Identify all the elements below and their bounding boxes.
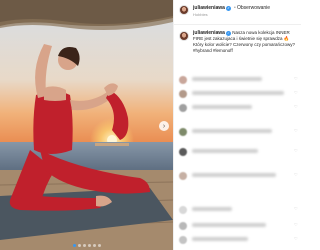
avatar[interactable] [179,128,187,136]
avatar[interactable] [179,90,187,98]
blurred-comment-text [192,77,262,81]
heart-icon[interactable]: ♡ [294,207,298,211]
chevron-right-icon[interactable]: › [159,121,169,131]
blurred-comment-text [192,105,252,109]
blurred-comment-text [192,91,284,95]
carousel-dot [92,244,96,247]
heart-icon[interactable]: ♡ [294,105,298,109]
list-item: ♡ [174,204,301,218]
heart-icon[interactable]: ♡ [294,173,298,177]
carousel-dot [77,244,81,247]
blurred-comment-text [192,223,266,227]
username-link[interactable]: juliawieniawa ✓ [193,5,231,11]
profile-subtitle: Hobbies [193,12,208,17]
list-item: ♡ [174,126,301,140]
carousel-dot [87,244,91,247]
avatar[interactable] [179,76,187,84]
instagram-post: › juliawieniawa ✓ • Obserwowanie Hobbies … [0,0,301,250]
avatar[interactable] [179,222,187,230]
blurred-comment-text [192,149,258,153]
avatar[interactable] [179,172,187,180]
heart-icon[interactable]: ♡ [294,237,298,241]
list-item: ♡ [174,102,301,116]
avatar[interactable] [179,104,187,112]
carousel-dot [82,244,86,247]
avatar[interactable] [179,5,189,15]
heart-icon[interactable]: ♡ [294,91,298,95]
list-item: ♡ [174,170,301,184]
heart-icon[interactable]: ♡ [294,77,298,81]
yoga-photo-scene [0,0,173,250]
heart-icon[interactable]: ♡ [294,129,298,133]
list-item: ♡ [174,146,301,160]
blurred-comment-text [192,207,232,211]
avatar[interactable] [179,236,187,244]
avatar[interactable] [179,206,187,214]
list-item: ♡ [174,88,301,102]
carousel-dot [97,244,101,247]
header-separator: • [234,5,236,11]
blurred-comment-text [192,129,272,133]
avatar[interactable] [179,148,187,156]
carousel-dots [0,244,173,247]
post-sidebar: juliawieniawa ✓ • Obserwowanie Hobbies ju… [173,0,301,250]
verified-check-icon: ✓ [225,6,231,11]
caption-avatar[interactable] [179,31,189,41]
following-button[interactable]: Obserwowanie [237,5,270,11]
post-caption: juliawieniawa ✓ Nasza nowa kolekcja INNER… [193,30,297,54]
list-item: ♡ [174,74,301,88]
list-item: ♡ [174,220,301,234]
post-photo[interactable]: › [0,0,173,250]
post-header: juliawieniawa ✓ • Obserwowanie Hobbies [174,0,301,25]
carousel-dot [72,244,76,247]
heart-icon[interactable]: ♡ [294,223,298,227]
username-text: juliawieniawa [193,5,225,11]
blurred-comment-text [192,237,248,241]
heart-icon[interactable]: ♡ [294,149,298,153]
blurred-comment-text [192,173,276,177]
list-item: ♡ [174,234,301,248]
